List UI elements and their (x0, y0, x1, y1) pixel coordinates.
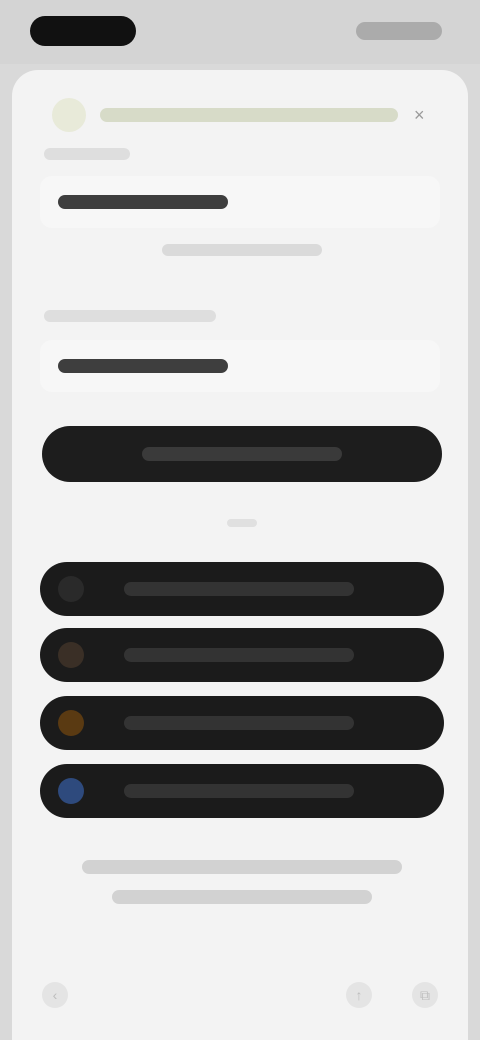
google-icon (58, 642, 84, 668)
continue-button-label (142, 447, 342, 461)
lock-icon (52, 98, 86, 132)
legal-line-2[interactable] (112, 890, 372, 904)
status-icons (356, 22, 442, 40)
email-value (58, 195, 228, 209)
status-time (30, 16, 136, 46)
status-bar (0, 0, 480, 64)
legal-line-1[interactable] (82, 860, 402, 874)
social-label (124, 648, 354, 662)
social-button-amazon[interactable] (40, 696, 444, 750)
social-button-facebook[interactable] (40, 764, 444, 818)
password-field[interactable] (40, 340, 440, 392)
browser-sheet: × ‹ ↑ ⧉ (12, 70, 468, 1040)
email-field[interactable] (40, 176, 440, 228)
legal-text (72, 860, 412, 920)
facebook-icon (58, 778, 84, 804)
password-value (58, 359, 228, 373)
social-label (124, 784, 354, 798)
social-button-apple[interactable] (40, 562, 444, 616)
url-bar[interactable]: × (52, 92, 432, 138)
toolbar-right: ↑ ⧉ (346, 982, 438, 1008)
back-icon[interactable]: ‹ (42, 982, 68, 1008)
url-text[interactable] (100, 108, 398, 122)
share-icon[interactable]: ↑ (346, 982, 372, 1008)
social-label (124, 582, 354, 596)
social-button-google[interactable] (40, 628, 444, 682)
bottom-toolbar: ‹ ↑ ⧉ (12, 950, 468, 1040)
continue-button[interactable] (42, 426, 442, 482)
social-label (124, 716, 354, 730)
tabs-icon[interactable]: ⧉ (412, 982, 438, 1008)
apple-icon (58, 576, 84, 602)
close-icon[interactable]: × (414, 106, 432, 124)
or-divider (52, 518, 432, 528)
password-label (44, 310, 216, 322)
amazon-icon (58, 710, 84, 736)
divider-label (227, 519, 257, 527)
helper-text (162, 244, 322, 256)
email-label (44, 148, 130, 160)
